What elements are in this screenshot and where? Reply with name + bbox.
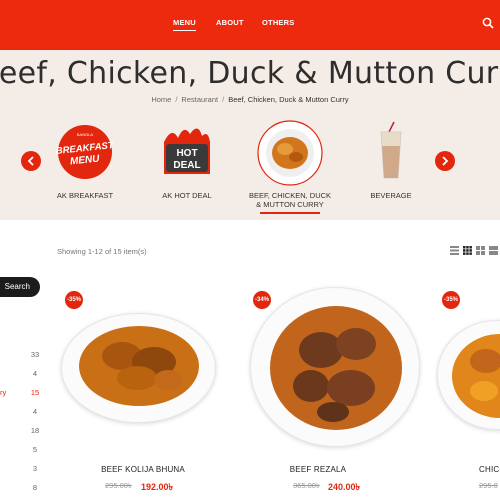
category-count: 18: [30, 426, 40, 435]
category-label-line1: BEEF, CHICKEN, DUCK: [248, 191, 332, 200]
breadcrumb-restaurant[interactable]: Restaurant: [181, 95, 218, 104]
product-image[interactable]: [437, 320, 500, 430]
product-old-price: 365.00৳: [293, 481, 320, 490]
breakfast-menu-logo: BANGLA BREAKFAST MENU: [55, 125, 115, 179]
carousel-next-button[interactable]: [435, 151, 455, 171]
product-image[interactable]: [61, 313, 216, 423]
curry-category-image: [257, 120, 323, 186]
product-card[interactable]: -35% CHIC 295.0: [435, 285, 500, 500]
breadcrumb-home[interactable]: Home: [151, 95, 171, 104]
svg-text:HOT: HOT: [176, 148, 197, 159]
sidebar-category-active[interactable]: ry: [0, 388, 6, 397]
list-view-icon[interactable]: [450, 246, 459, 255]
category-label: BEVERAGE: [370, 191, 412, 200]
product-name[interactable]: BEEF KOLIJA BHUNA: [55, 465, 231, 474]
svg-text:DEAL: DEAL: [173, 160, 200, 171]
product-card[interactable]: -34% BEEF REZALA 365.00৳ 240.00৳: [245, 285, 420, 500]
category-count: 33: [30, 350, 40, 359]
product-old-price: 295.00৳: [105, 481, 132, 490]
breadcrumb-current: Beef, Chicken, Duck & Mutton Curry: [228, 95, 349, 104]
nav-item-about[interactable]: ABOUT: [216, 18, 244, 27]
carousel-prev-button[interactable]: [21, 151, 41, 171]
page-title: Beef, Chicken, Duck & Mutton Curry: [0, 56, 500, 91]
category-label-line2: & MUTTON CURRY: [256, 200, 324, 209]
discount-badge: -35%: [442, 291, 460, 309]
nav-item-others[interactable]: OTHERS: [262, 18, 294, 27]
category-label: AK HOT DEAL: [162, 191, 212, 200]
category-curry[interactable]: BEEF, CHICKEN, DUCK & MUTTON CURRY: [240, 120, 340, 220]
search-button[interactable]: Search: [0, 277, 40, 297]
svg-text:BANGLA: BANGLA: [77, 132, 94, 137]
category-count: 15: [30, 388, 40, 397]
category-hero: Beef, Chicken, Duck & Mutton Curry Home /…: [0, 50, 500, 220]
chevron-right-icon: [442, 156, 449, 166]
view-toggles: [450, 246, 500, 258]
category-label: AK BREAKFAST: [56, 191, 114, 200]
category-breakfast[interactable]: BANGLA BREAKFAST MENU AK BREAKFAST: [40, 120, 130, 210]
product-name[interactable]: BEEF REZALA: [245, 465, 391, 474]
curry-dish-image: [79, 326, 199, 406]
category-hot-deal[interactable]: HOT DEAL AK HOT DEAL: [142, 120, 232, 210]
active-category-underline: [260, 212, 320, 214]
main-nav: MENU ABOUT OTHERS: [0, 18, 500, 32]
category-beverage[interactable]: BEVERAGE: [346, 120, 436, 210]
product-card[interactable]: -35% BEEF KOLIJA BHUNA 295.00৳ 192.00৳: [55, 285, 225, 500]
product-new-price: 192.00৳: [141, 482, 174, 492]
product-image[interactable]: [250, 287, 420, 447]
breadcrumb: Home / Restaurant / Beef, Chicken, Duck & Mu…: [151, 95, 349, 104]
category-count: 3: [32, 464, 38, 473]
grid-4-view-icon[interactable]: [489, 246, 498, 255]
search-icon[interactable]: [482, 17, 494, 29]
grid-3-view-icon[interactable]: [463, 246, 472, 255]
nav-item-menu[interactable]: MENU: [173, 18, 196, 31]
top-navbar: MENU ABOUT OTHERS: [0, 0, 500, 50]
category-count: 4: [32, 407, 38, 416]
hot-deal-logo: HOT DEAL: [164, 128, 210, 174]
product-old-price: 295.0: [479, 481, 498, 490]
discount-badge: -35%: [65, 291, 83, 309]
chicken-dish-image: [452, 334, 500, 418]
category-count: 8: [32, 483, 38, 492]
grid-2-view-icon[interactable]: [476, 246, 485, 255]
results-count: Showing 1-12 of 15 item(s): [57, 247, 147, 256]
rezala-dish-image: [270, 306, 402, 430]
product-new-price: 240.00৳: [328, 482, 361, 492]
category-count: 5: [32, 445, 38, 454]
category-count: 4: [32, 369, 38, 378]
product-name[interactable]: CHIC: [479, 465, 499, 474]
beverage-glass-image: [380, 121, 402, 179]
chevron-left-icon: [27, 156, 34, 166]
